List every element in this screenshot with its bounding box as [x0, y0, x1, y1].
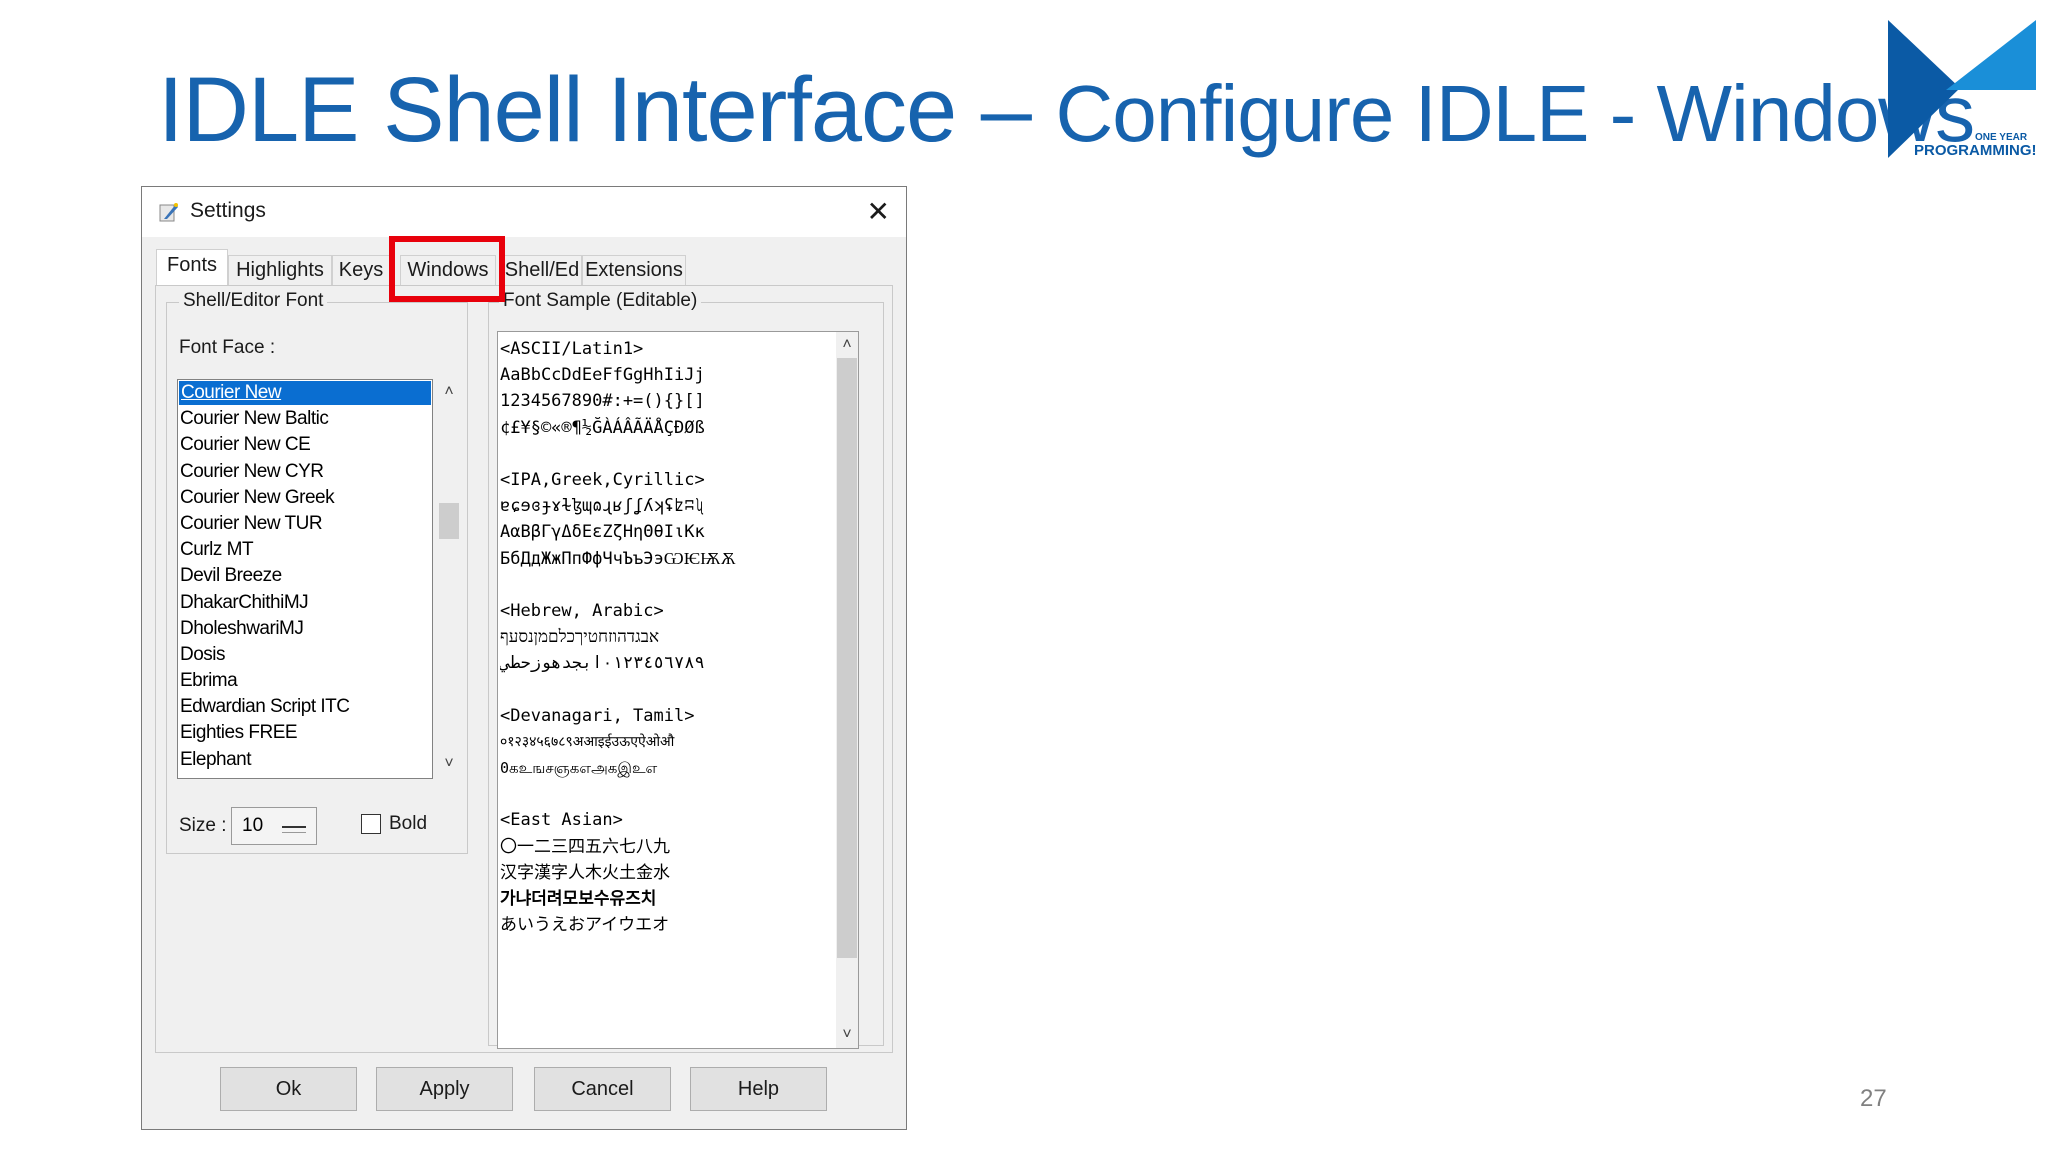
font-item[interactable]: Ebrima: [178, 668, 432, 694]
scroll-thumb[interactable]: [439, 503, 459, 539]
python-feather-icon: [159, 203, 178, 222]
logo-text: PROGRAMMING!: [1914, 142, 2037, 159]
sample-line: あいうえおアイウエオ: [500, 915, 670, 936]
font-item[interactable]: Dosis: [178, 642, 432, 668]
close-icon[interactable]: ✕: [867, 195, 890, 228]
font-sample-label: Font Sample (Editable): [499, 290, 702, 312]
sample-line: [500, 781, 830, 807]
font-item[interactable]: Curlz MT: [178, 537, 432, 563]
scroll-down-icon[interactable]: ˅: [836, 1024, 858, 1046]
sample-line: ΑαΒβΓγΔδΕεΖζΗηΘθΙιΚκ: [500, 522, 705, 543]
font-sample-text[interactable]: <ASCII/Latin1> AaBbCcDdEeFfGgHhIiJj 1234…: [500, 336, 830, 938]
tab-highlights[interactable]: Highlights: [228, 255, 332, 285]
sample-line: <Devanagari, Tamil>: [500, 705, 695, 726]
sample-line: [500, 441, 830, 467]
size-label: Size :: [179, 815, 227, 836]
slide-title-main: IDLE Shell Interface –: [158, 59, 1056, 161]
sample-line: [500, 676, 830, 702]
sample-line: ɐɕɘɞɟɤɫɮɰɷɻʁʃʆʎʞʢʫʭʯ: [500, 496, 705, 517]
logo-exclamation: !: [2031, 142, 2037, 159]
scroll-up-icon[interactable]: ˄: [836, 334, 858, 356]
sample-line: <ASCII/Latin1>: [500, 339, 644, 359]
sample-line: <Hebrew, Arabic>: [500, 600, 664, 621]
cancel-button[interactable]: Cancel: [534, 1067, 671, 1111]
font-list-scrollbar[interactable]: ˄ ˅: [437, 379, 461, 779]
sample-line: 汉字漢字人木火土金水: [500, 862, 670, 883]
sample-line: <East Asian>: [500, 810, 623, 831]
fonts-tab-panel: Shell/Editor Font Font Face : Courier Ne…: [155, 285, 893, 1053]
size-value: 10: [242, 815, 264, 836]
sample-line: [500, 572, 830, 598]
one-year-programming-logo: ONE YEAR PROGRAMMING!: [1888, 18, 2037, 166]
scroll-down-icon[interactable]: ˅: [438, 753, 460, 775]
shell-editor-font-group: Shell/Editor Font Font Face : Courier Ne…: [166, 290, 468, 854]
sample-line: 1234567890#:+=(){}[]: [500, 391, 705, 412]
font-item[interactable]: DholeshwariMJ: [178, 616, 432, 642]
font-item[interactable]: Edwardian Script ITC: [178, 694, 432, 720]
sample-line: AaBbCcDdEeFfGgHhIiJj: [500, 365, 705, 386]
font-item-selected[interactable]: Courier New: [179, 381, 431, 406]
bold-checkbox[interactable]: [361, 814, 381, 834]
title-bar: Settings ✕: [142, 187, 906, 237]
settings-window: Settings ✕ Fonts Highlights Keys Windows…: [141, 186, 907, 1130]
tab-keys[interactable]: Keys: [332, 255, 390, 285]
slide-title-sub: Configure IDLE - Windows: [1055, 69, 1976, 158]
window-title: Settings: [190, 199, 266, 222]
logo-text-main: PROGRAMMING: [1914, 142, 2032, 159]
tab-extensions[interactable]: Extensions: [582, 255, 686, 285]
font-item[interactable]: Devil Breeze: [178, 563, 432, 589]
font-sample-group: Font Sample (Editable) <ASCII/Latin1> Aa…: [488, 290, 884, 1049]
tab-shell-ed[interactable]: Shell/Ed: [502, 255, 582, 285]
sample-line: 0கஉஙசஞகஎஅகஇஉஎ: [500, 759, 658, 777]
font-item[interactable]: Courier New Greek: [178, 485, 432, 511]
sample-line: БбДдЖжПпФфЧчЪъЭэѠѤѬѪ: [500, 548, 736, 569]
font-item[interactable]: Elephant: [178, 747, 432, 773]
font-item[interactable]: Courier New Baltic: [178, 406, 432, 432]
sample-line: ٠١٢٣٤٥٦٧٨٩ابجدهوزحطي: [500, 653, 705, 674]
size-dropdown[interactable]: 10: [231, 807, 317, 845]
page-number: 27: [1860, 1085, 1887, 1112]
dropdown-indicator-icon: [282, 826, 306, 833]
shell-editor-font-label: Shell/Editor Font: [179, 290, 328, 312]
sample-line: 〇一二三四五六七八九: [500, 836, 670, 857]
scroll-up-icon[interactable]: ˄: [438, 381, 460, 403]
font-item[interactable]: DhakarChithiMJ: [178, 590, 432, 616]
font-item[interactable]: Eighties FREE: [178, 720, 432, 746]
sample-line: <IPA,Greek,Cyrillic>: [500, 469, 705, 490]
sample-line: ०१२३४५६७८९अआइईउऊएऐओऔ: [500, 733, 675, 750]
bold-label: Bold: [389, 813, 428, 834]
sample-line: ¢£¥§©«®¶½ĞÀÁÂÃÄÅÇÐØß: [500, 417, 705, 438]
font-item[interactable]: Courier New TUR: [178, 511, 432, 537]
font-item[interactable]: Courier New CE: [178, 432, 432, 458]
scroll-thumb[interactable]: [837, 358, 857, 958]
tab-fonts[interactable]: Fonts: [156, 249, 228, 285]
ok-button[interactable]: Ok: [220, 1067, 357, 1111]
font-face-label: Font Face :: [179, 337, 276, 358]
apply-button[interactable]: Apply: [376, 1067, 513, 1111]
sample-scrollbar[interactable]: ˄ ˅: [836, 332, 858, 1048]
font-sample-textbox[interactable]: <ASCII/Latin1> AaBbCcDdEeFfGgHhIiJj 1234…: [497, 331, 859, 1049]
font-face-listbox[interactable]: Courier New Courier New Baltic Courier N…: [177, 379, 433, 779]
help-button[interactable]: Help: [690, 1067, 827, 1111]
slide-title: IDLE Shell Interface – Configure IDLE - …: [158, 58, 1976, 163]
windows-tab-highlight: [389, 236, 505, 302]
sample-line: 가냐더려모보수유즈치: [500, 888, 657, 909]
sample-line: אבגדהוזחטיךכלםמןנסעף: [500, 627, 660, 648]
font-item[interactable]: Courier New CYR: [178, 459, 432, 485]
